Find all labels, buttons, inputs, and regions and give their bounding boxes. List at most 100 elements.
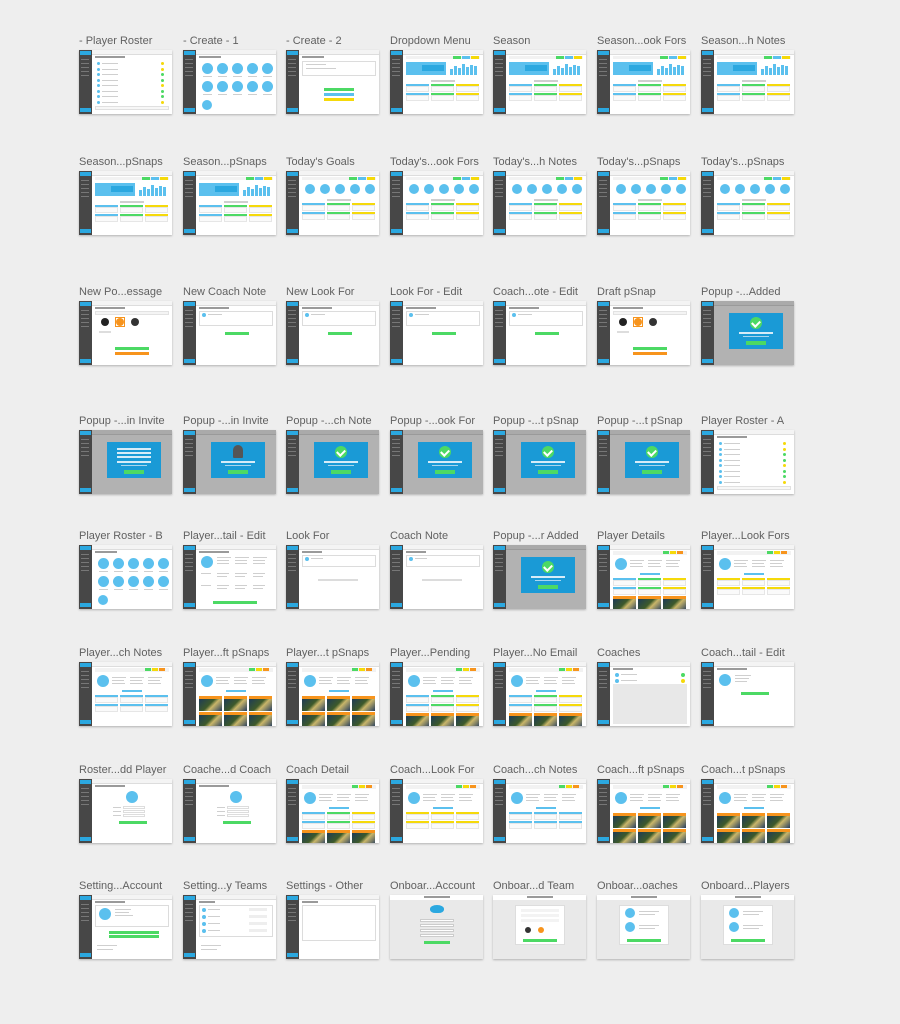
artboard-thumbnail[interactable] bbox=[597, 545, 690, 609]
artboard-thumbnail[interactable] bbox=[183, 50, 276, 114]
artboard[interactable]: Roster...dd Player bbox=[79, 763, 174, 843]
artboard[interactable]: Popup -...ch Note bbox=[286, 414, 381, 494]
artboard-thumbnail[interactable] bbox=[597, 301, 690, 365]
artboard-thumbnail[interactable] bbox=[286, 662, 379, 726]
artboard-thumbnail[interactable] bbox=[493, 895, 586, 959]
artboard[interactable]: Onboar...oaches bbox=[597, 879, 692, 959]
artboard-thumbnail[interactable] bbox=[597, 50, 690, 114]
artboard[interactable]: Coache...d Coach bbox=[183, 763, 278, 843]
artboard-thumbnail[interactable] bbox=[286, 779, 379, 843]
artboard[interactable]: Player...ch Notes bbox=[79, 646, 174, 726]
artboard[interactable]: Player Roster - B bbox=[79, 529, 174, 609]
artboard-thumbnail[interactable] bbox=[79, 50, 172, 114]
artboard[interactable]: Season...ook Fors bbox=[597, 34, 692, 114]
artboard-thumbnail[interactable] bbox=[493, 301, 586, 365]
artboard-thumbnail[interactable] bbox=[183, 662, 276, 726]
artboard-thumbnail[interactable] bbox=[701, 301, 794, 365]
artboard-thumbnail[interactable] bbox=[597, 430, 690, 494]
artboard[interactable]: - Player Roster bbox=[79, 34, 174, 114]
artboard[interactable]: Popup -...in Invite bbox=[79, 414, 174, 494]
artboard[interactable]: Player Roster - A bbox=[701, 414, 796, 494]
artboard-thumbnail[interactable] bbox=[79, 301, 172, 365]
artboard[interactable]: New Po...essage bbox=[79, 285, 174, 365]
artboard[interactable]: Coach...ote - Edit bbox=[493, 285, 588, 365]
artboard-thumbnail[interactable] bbox=[183, 895, 276, 959]
artboard[interactable]: Player...tail - Edit bbox=[183, 529, 278, 609]
artboard[interactable]: Season...h Notes bbox=[701, 34, 796, 114]
artboard-thumbnail[interactable] bbox=[183, 301, 276, 365]
artboard-thumbnail[interactable] bbox=[79, 779, 172, 843]
artboard[interactable]: Draft pSnap bbox=[597, 285, 692, 365]
artboard-thumbnail[interactable] bbox=[286, 545, 379, 609]
artboard-thumbnail[interactable] bbox=[390, 895, 483, 959]
artboard-thumbnail[interactable] bbox=[493, 50, 586, 114]
artboard[interactable]: Season...pSnaps bbox=[183, 155, 278, 235]
artboard[interactable]: Look For bbox=[286, 529, 381, 609]
artboard-thumbnail[interactable] bbox=[286, 430, 379, 494]
artboard-thumbnail[interactable] bbox=[183, 171, 276, 235]
artboard-thumbnail[interactable] bbox=[701, 545, 794, 609]
artboard-thumbnail[interactable] bbox=[701, 430, 794, 494]
artboard-thumbnail[interactable] bbox=[597, 662, 690, 726]
artboard[interactable]: Today's...h Notes bbox=[493, 155, 588, 235]
artboard[interactable]: Today's...pSnaps bbox=[701, 155, 796, 235]
artboard-thumbnail[interactable] bbox=[79, 430, 172, 494]
artboard[interactable]: Player...No Email bbox=[493, 646, 588, 726]
artboard[interactable]: Setting...y Teams bbox=[183, 879, 278, 959]
artboard-thumbnail[interactable] bbox=[390, 301, 483, 365]
artboard[interactable]: Player...ft pSnaps bbox=[183, 646, 278, 726]
artboard[interactable]: Look For - Edit bbox=[390, 285, 485, 365]
artboard[interactable]: Player...Pending bbox=[390, 646, 485, 726]
artboard[interactable]: Season...pSnaps bbox=[79, 155, 174, 235]
artboard[interactable]: Coach...Look For bbox=[390, 763, 485, 843]
artboard[interactable]: Today's Goals bbox=[286, 155, 381, 235]
artboard-thumbnail[interactable] bbox=[493, 545, 586, 609]
artboard[interactable]: Coach...tail - Edit bbox=[701, 646, 796, 726]
artboard-thumbnail[interactable] bbox=[286, 895, 379, 959]
artboard-thumbnail[interactable] bbox=[597, 171, 690, 235]
artboard-thumbnail[interactable] bbox=[701, 895, 794, 959]
artboard[interactable]: New Look For bbox=[286, 285, 381, 365]
artboard-thumbnail[interactable] bbox=[390, 430, 483, 494]
artboard-thumbnail[interactable] bbox=[79, 895, 172, 959]
artboard-thumbnail[interactable] bbox=[390, 171, 483, 235]
artboard[interactable]: - Create - 1 bbox=[183, 34, 278, 114]
artboard-thumbnail[interactable] bbox=[79, 171, 172, 235]
artboard[interactable]: Player...Look Fors bbox=[701, 529, 796, 609]
artboard-thumbnail[interactable] bbox=[701, 662, 794, 726]
artboard-thumbnail[interactable] bbox=[183, 545, 276, 609]
artboard[interactable]: Today's...pSnaps bbox=[597, 155, 692, 235]
artboard[interactable]: Onboar...Account bbox=[390, 879, 485, 959]
artboard-thumbnail[interactable] bbox=[79, 662, 172, 726]
artboard[interactable]: Dropdown Menu bbox=[390, 34, 485, 114]
artboard[interactable]: Popup -...ook For bbox=[390, 414, 485, 494]
artboard[interactable]: Setting...Account bbox=[79, 879, 174, 959]
artboard-thumbnail[interactable] bbox=[183, 430, 276, 494]
artboard-thumbnail[interactable] bbox=[390, 779, 483, 843]
artboard[interactable]: Player...t pSnaps bbox=[286, 646, 381, 726]
artboard[interactable]: Today's...ook Fors bbox=[390, 155, 485, 235]
artboard[interactable]: Player Details bbox=[597, 529, 692, 609]
artboard-thumbnail[interactable] bbox=[286, 50, 379, 114]
artboard[interactable]: Popup -...in Invite bbox=[183, 414, 278, 494]
artboard-thumbnail[interactable] bbox=[597, 895, 690, 959]
artboard[interactable]: New Coach Note bbox=[183, 285, 278, 365]
artboard-thumbnail[interactable] bbox=[390, 662, 483, 726]
artboard[interactable]: Season bbox=[493, 34, 588, 114]
artboard-thumbnail[interactable] bbox=[493, 779, 586, 843]
artboard[interactable]: Popup -...r Added bbox=[493, 529, 588, 609]
artboard-thumbnail[interactable] bbox=[286, 301, 379, 365]
artboard-thumbnail[interactable] bbox=[79, 545, 172, 609]
artboard[interactable]: Onboar...d Team bbox=[493, 879, 588, 959]
artboard[interactable]: Popup -...t pSnap bbox=[493, 414, 588, 494]
artboard[interactable]: Coach...ft pSnaps bbox=[597, 763, 692, 843]
artboard[interactable]: Coach...t pSnaps bbox=[701, 763, 796, 843]
artboard[interactable]: Onboard...Players bbox=[701, 879, 796, 959]
artboard-thumbnail[interactable] bbox=[701, 50, 794, 114]
artboard[interactable]: Coaches bbox=[597, 646, 692, 726]
artboard[interactable]: Coach Detail bbox=[286, 763, 381, 843]
artboard[interactable]: - Create - 2 bbox=[286, 34, 381, 114]
artboard-thumbnail[interactable] bbox=[701, 779, 794, 843]
artboard-thumbnail[interactable] bbox=[493, 662, 586, 726]
artboard-thumbnail[interactable] bbox=[701, 171, 794, 235]
